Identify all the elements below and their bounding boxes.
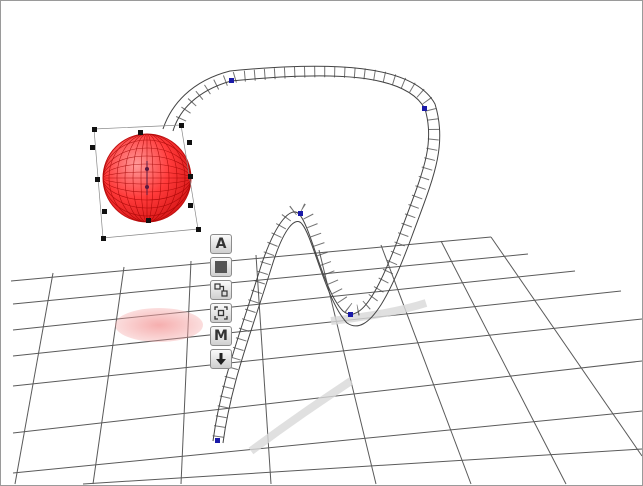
red-sphere[interactable] [102,133,192,223]
track-shadow [248,299,428,455]
3d-viewport[interactable]: A M [0,0,643,486]
selection-handle[interactable] [188,174,193,179]
selection-handle[interactable] [92,127,97,132]
material-button[interactable]: M [210,326,232,346]
control-point[interactable] [215,438,220,443]
track-control-points[interactable] [215,78,427,443]
fit-frame-icon [214,306,228,320]
solid-fill-button[interactable] [210,257,232,277]
selection-handle[interactable] [95,177,100,182]
scene-canvas[interactable] [1,1,642,485]
connect-nodes-icon [214,283,228,297]
selection-handle[interactable] [188,203,193,208]
control-point[interactable] [422,106,427,111]
selection-handle[interactable] [146,218,151,223]
selection-handle[interactable] [187,140,192,145]
control-point[interactable] [298,211,303,216]
selection-handle[interactable] [179,123,184,128]
control-point[interactable] [229,78,234,83]
fit-selection-button[interactable] [210,303,232,323]
selection-handle[interactable] [101,236,106,241]
control-point[interactable] [348,312,353,317]
floating-toolbar: A M [210,234,234,369]
add-text-button[interactable]: A [210,234,232,254]
square-fill-icon [214,260,228,274]
sphere-shadow [115,308,203,342]
selection-handle[interactable] [138,130,143,135]
connect-nodes-button[interactable] [210,280,232,300]
selection-handle[interactable] [90,145,95,150]
down-arrow-icon [215,352,227,366]
selection-handle[interactable] [102,209,107,214]
drop-to-ground-button[interactable] [210,349,232,369]
letter-a-icon: A [215,236,227,252]
letter-m-icon: M [214,328,228,344]
selection-handle[interactable] [196,227,201,232]
